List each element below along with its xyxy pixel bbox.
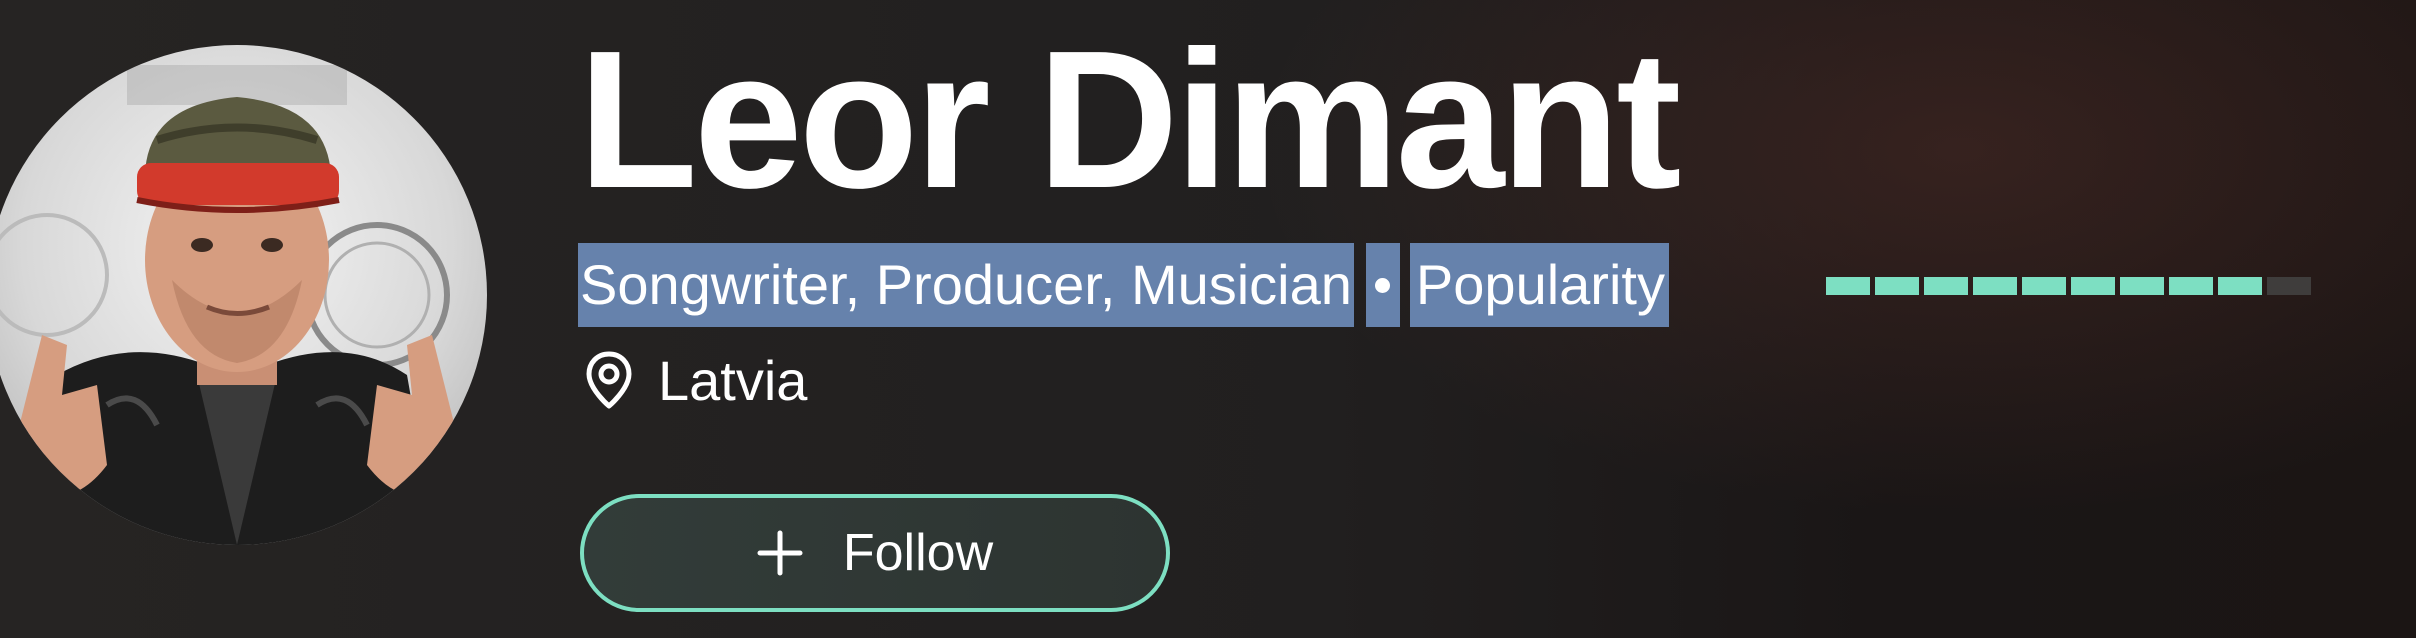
popularity-segment-filled — [2120, 277, 2164, 295]
separator-dot — [1365, 243, 1400, 327]
artist-avatar — [0, 45, 487, 545]
artist-location: Latvia — [584, 340, 807, 420]
popularity-segment-filled — [2169, 277, 2213, 295]
artist-name: Leor Dimant — [578, 10, 1681, 229]
location-pin-icon — [584, 350, 634, 410]
artist-photo — [0, 65, 457, 545]
popularity-segment-filled — [2071, 277, 2115, 295]
popularity-segment-filled — [1826, 277, 1870, 295]
popularity-segment-filled — [1875, 277, 1919, 295]
plus-icon — [757, 530, 803, 576]
artist-roles: Songwriter, Producer, Musician — [578, 243, 1354, 327]
popularity-meter — [1826, 277, 2311, 295]
popularity-segment-filled — [2218, 277, 2262, 295]
follow-label: Follow — [842, 524, 994, 582]
location-text: Latvia — [658, 348, 808, 412]
popularity-segment-filled — [1924, 277, 1968, 295]
artist-meta-row: Songwriter, Producer, Musician Popularit… — [578, 240, 1669, 330]
bullet-icon — [1375, 277, 1391, 293]
popularity-segment-filled — [2022, 277, 2066, 295]
popularity-segment-filled — [1973, 277, 2017, 295]
popularity-label: Popularity — [1409, 243, 1669, 327]
popularity-segment-empty — [2267, 277, 2311, 295]
follow-button[interactable]: Follow — [580, 494, 1170, 612]
